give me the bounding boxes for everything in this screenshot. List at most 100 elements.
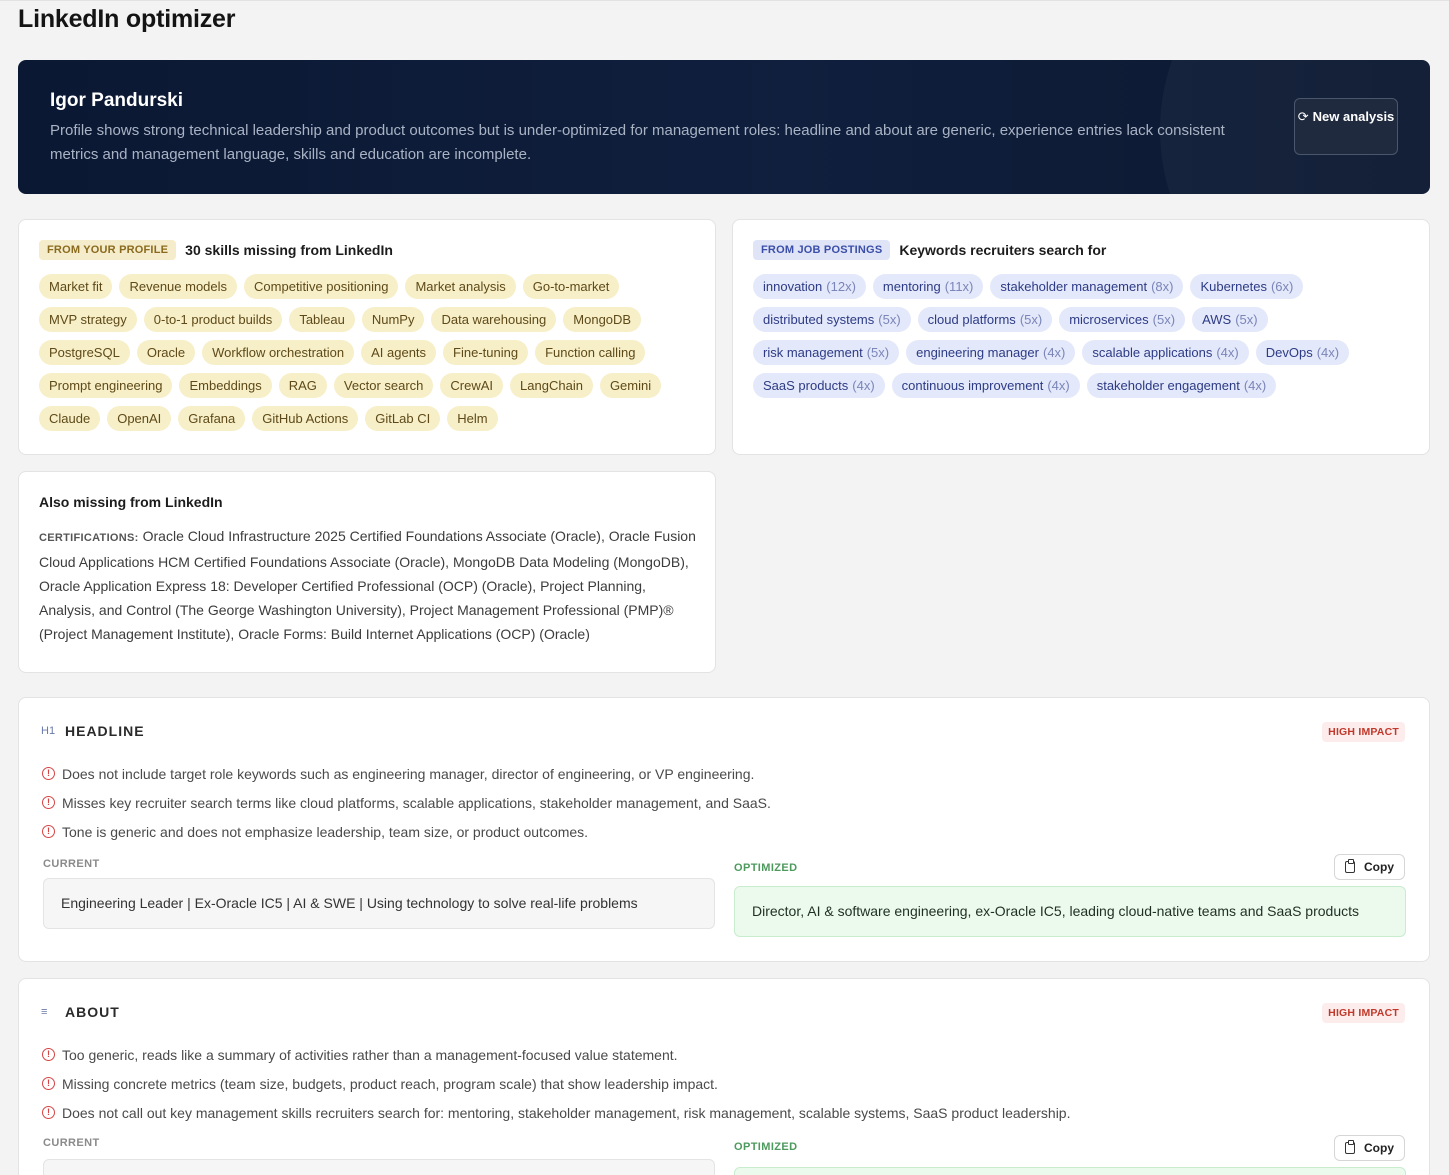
skill-chip: 0-to-1 product builds xyxy=(143,307,283,332)
issue-item: ! Tone is generic and does not emphasize … xyxy=(42,817,1405,846)
alert-icon: ! xyxy=(42,1048,55,1061)
missing-skills-title: 30 skills missing from LinkedIn xyxy=(185,242,393,258)
certifications-list: Oracle Cloud Infrastructure 2025 Certifi… xyxy=(39,528,696,642)
keyword-chip: Kubernetes (6x) xyxy=(1190,274,1304,299)
keyword-chip: innovation (12x) xyxy=(753,274,866,299)
optimized-label: OPTIMIZED xyxy=(734,1141,798,1153)
skill-chip: Oracle xyxy=(136,340,196,365)
skill-chip: Fine-tuning xyxy=(443,340,529,365)
skill-chip: Market analysis xyxy=(405,274,516,299)
issue-item: ! Misses key recruiter search terms like … xyxy=(42,788,1405,817)
alert-icon: ! xyxy=(42,796,55,809)
issue-text: Does not call out key management skills … xyxy=(62,1104,1071,1121)
keyword-count: (12x) xyxy=(826,279,856,294)
job-postings-source-badge: FROM JOB POSTINGS xyxy=(753,240,891,260)
keyword-chip: stakeholder management (8x) xyxy=(990,274,1184,299)
skill-chip: Market fit xyxy=(39,274,113,299)
profile-name: Igor Pandurski xyxy=(50,90,184,111)
copy-button[interactable]: Copy xyxy=(1334,1135,1405,1161)
keyword-count: (4x) xyxy=(1243,378,1267,393)
issue-text: Missing concrete metrics (team size, bud… xyxy=(62,1075,718,1092)
keyword-chip: microservices (5x) xyxy=(1059,307,1186,332)
certifications-text: CERTIFICATIONS: Oracle Cloud Infrastructu… xyxy=(39,524,699,646)
current-label: CURRENT xyxy=(43,858,100,870)
keyword-chip: DevOps (4x) xyxy=(1255,340,1350,365)
skill-chip: AI agents xyxy=(361,340,437,365)
alert-icon: ! xyxy=(42,825,55,838)
about-issue-list: ! Too generic, reads like a summary of ac… xyxy=(42,1040,1405,1127)
recruiter-keywords-title: Keywords recruiters search for xyxy=(899,242,1107,258)
skill-chip: GitLab CI xyxy=(365,406,441,431)
keyword-term: DevOps xyxy=(1265,345,1313,360)
about-section-title: ABOUT xyxy=(65,1004,120,1020)
current-about-text xyxy=(43,1159,715,1175)
optimized-headline-text: Director, AI & software engineering, ex-… xyxy=(734,886,1406,937)
recruiter-keywords-card: FROM JOB POSTINGS Keywords recruiters se… xyxy=(732,219,1430,455)
copy-button[interactable]: Copy xyxy=(1334,854,1405,880)
skill-chip: Embeddings xyxy=(179,373,272,398)
keyword-term: Kubernetes xyxy=(1200,279,1267,294)
new-analysis-label: New analysis xyxy=(1312,109,1395,124)
issue-text: Does not include target role keywords su… xyxy=(62,765,755,782)
skill-chip: RAG xyxy=(278,373,327,398)
issue-item: ! Missing concrete metrics (team size, bu… xyxy=(42,1069,1405,1098)
page-title: LinkedIn optimizer xyxy=(18,5,236,33)
skill-chip: MongoDB xyxy=(563,307,642,332)
keyword-count: (5x) xyxy=(1235,312,1258,327)
profile-summary: Profile shows strong technical leadershi… xyxy=(50,122,1225,163)
keyword-chip: engineering manager (4x) xyxy=(906,340,1076,365)
skill-chip: Data warehousing xyxy=(431,307,557,332)
keyword-term: microservices xyxy=(1069,312,1149,327)
missing-skills-card: FROM YOUR PROFILE 30 skills missing from… xyxy=(18,219,716,455)
optimized-about-text xyxy=(734,1167,1406,1175)
profile-summary-banner: Igor Pandurski Profile shows strong tech… xyxy=(18,60,1430,194)
keyword-chip: mentoring (11x) xyxy=(872,274,984,299)
skill-chip: PostgreSQL xyxy=(39,340,130,365)
current-headline-text: Engineering Leader | Ex-Oracle IC5 | AI … xyxy=(43,878,715,929)
headline-section: H1 HEADLINE HIGH IMPACT ! Does not includ… xyxy=(18,697,1430,962)
skill-chip: Helm xyxy=(447,406,498,431)
impact-badge: HIGH IMPACT xyxy=(1322,1003,1405,1023)
issue-item: ! Does not include target role keywords s… xyxy=(42,759,1405,788)
alert-icon: ! xyxy=(42,767,55,780)
keyword-count: (5x) xyxy=(866,345,890,360)
keyword-chip: AWS (5x) xyxy=(1192,307,1268,332)
keyword-chip: scalable applications (4x) xyxy=(1082,340,1249,365)
keyword-term: scalable applications xyxy=(1092,345,1213,360)
keyword-term: continuous improvement xyxy=(901,378,1044,393)
skill-chip: Prompt engineering xyxy=(39,373,173,398)
keyword-chip: SaaS products (4x) xyxy=(753,373,885,398)
keyword-chip: continuous improvement (4x) xyxy=(891,373,1080,398)
keyword-count: (4x) xyxy=(1047,378,1070,393)
also-missing-card: Also missing from LinkedIn CERTIFICATION… xyxy=(18,471,716,673)
skill-chip-list: Market fit Revenue models Competitive posi… xyxy=(39,274,695,431)
keyword-count: (5x) xyxy=(1019,312,1043,327)
new-analysis-button[interactable]: ⟳ New analysis xyxy=(1294,98,1398,155)
copy-label: Copy xyxy=(1364,860,1394,874)
clipboard-icon xyxy=(1345,859,1355,873)
keyword-chip-list: innovation (12x) mentoring (11x) stakeholder… xyxy=(753,274,1409,398)
clipboard-icon xyxy=(1345,1140,1355,1154)
skill-chip: Tableau xyxy=(289,307,355,332)
keyword-term: engineering manager xyxy=(916,345,1039,360)
about-section: ≡ ABOUT HIGH IMPACT ! Too generic, reads … xyxy=(18,978,1430,1175)
keyword-count: (6x) xyxy=(1270,279,1294,294)
keyword-term: stakeholder management xyxy=(1000,279,1148,294)
skill-chip: Gemini xyxy=(599,373,662,398)
alert-icon: ! xyxy=(42,1106,55,1119)
skill-chip: NumPy xyxy=(361,307,425,332)
paragraph-lines-icon: ≡ xyxy=(41,1006,48,1018)
skill-chip: Grafana xyxy=(178,406,246,431)
skill-chip: MVP strategy xyxy=(39,307,137,332)
copy-label: Copy xyxy=(1364,1141,1394,1155)
impact-badge: HIGH IMPACT xyxy=(1322,722,1405,742)
issue-text: Tone is generic and does not emphasize l… xyxy=(62,823,589,840)
skill-chip: OpenAI xyxy=(107,406,172,431)
skill-chip: Competitive positioning xyxy=(244,274,399,299)
heading-icon: H1 xyxy=(41,725,56,737)
keyword-count: (4x) xyxy=(852,378,875,393)
keyword-chip: risk management (5x) xyxy=(753,340,900,365)
keyword-count: (4x) xyxy=(1316,345,1340,360)
keyword-count: (5x) xyxy=(878,312,901,327)
keyword-count: (4x) xyxy=(1216,345,1239,360)
